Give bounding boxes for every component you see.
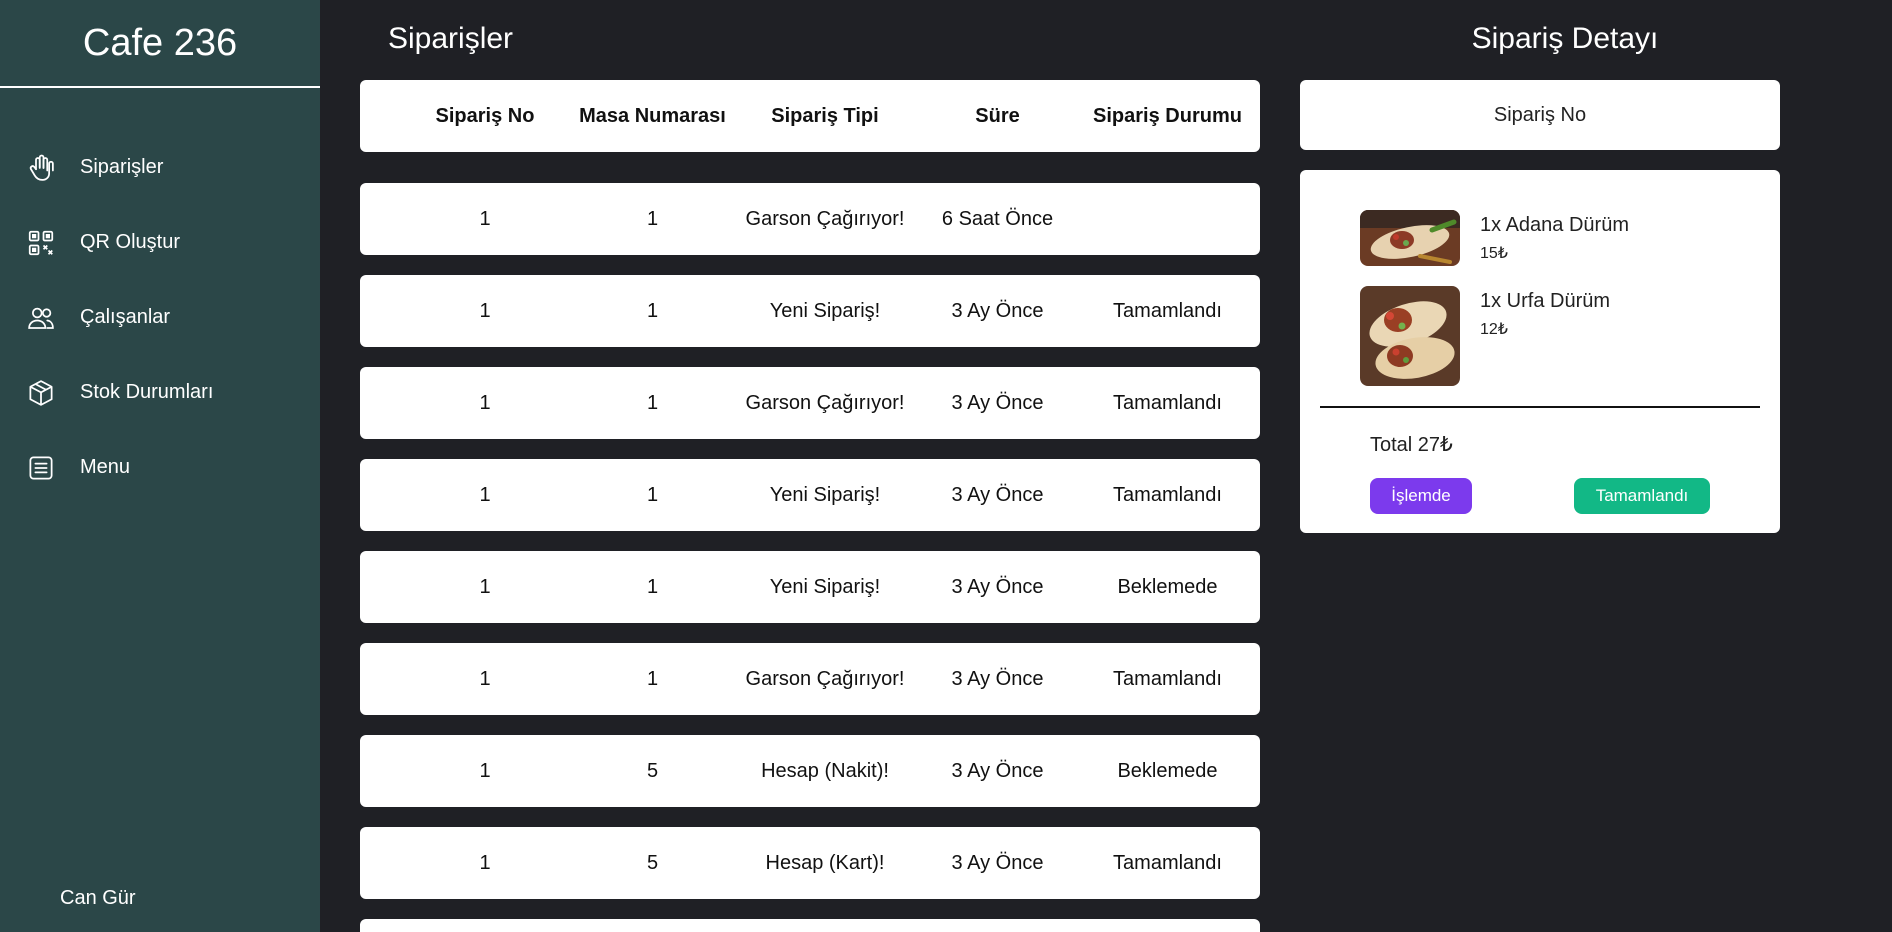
sidebar-nav: Siparişler QR Oluştur Çalışanlar Stok Du… xyxy=(0,130,320,505)
table-number: 1 xyxy=(646,575,659,598)
order-detail-panel: 1x Adana Dürüm 15₺ 1x Urfa Dürüm 12₺ Tot… xyxy=(1300,170,1780,533)
item-text: 1x Adana Dürüm 15₺ xyxy=(1480,214,1629,266)
order-type: Garson Çağırıyor! xyxy=(745,207,905,230)
table-number: 1 xyxy=(646,483,659,506)
table-row[interactable]: 1 5 Hesap (Nakit)! 3 Ay Önce Beklemede xyxy=(360,735,1260,807)
order-item: 1x Urfa Dürüm 12₺ xyxy=(1360,286,1610,386)
hand-icon xyxy=(26,153,56,183)
column-header: Süre xyxy=(975,104,1020,127)
detail-order-no: Sipariş No xyxy=(1300,80,1780,150)
order-status: Tamamlandı xyxy=(1113,667,1222,690)
table-number: 1 xyxy=(646,299,659,322)
detail-title: Sipariş Detayı xyxy=(1471,22,1659,55)
sidebar-item-label: Stok Durumları xyxy=(80,381,214,403)
sidebar: Cafe 236 Siparişler QR Oluştur Çalışanla… xyxy=(0,0,320,932)
table-row[interactable]: 1 1 Yeni Sipariş! 3 Ay Önce Beklemede xyxy=(360,551,1260,623)
order-time: 3 Ay Önce xyxy=(951,483,1044,506)
divider xyxy=(1320,406,1760,408)
qr-code-icon xyxy=(26,228,56,258)
item-name: 1x Urfa Dürüm xyxy=(1480,290,1611,312)
user-name: Can Gür xyxy=(60,887,136,909)
table-number: 5 xyxy=(646,851,659,874)
order-no: 1 xyxy=(479,667,491,690)
box-icon xyxy=(26,378,56,408)
order-no: 1 xyxy=(479,299,491,322)
order-status: Tamamlandı xyxy=(1113,391,1222,414)
sidebar-item-label: Menu xyxy=(80,456,131,478)
sidebar-item-menu[interactable]: Menu xyxy=(0,430,320,505)
sidebar-item-label: Çalışanlar xyxy=(80,306,171,328)
order-time: 6 Saat Önce xyxy=(941,207,1054,230)
item-image xyxy=(1360,210,1460,266)
list-icon xyxy=(26,453,56,483)
column-header: Masa Numarası xyxy=(579,104,726,127)
sidebar-item-label: Siparişler xyxy=(80,156,164,178)
order-no: 1 xyxy=(479,483,491,506)
table-number: 1 xyxy=(646,391,659,414)
processing-button[interactable]: İşlemde xyxy=(1370,478,1472,514)
table-row[interactable]: 1 1 Yeni Sipariş! 3 Ay Önce Tamamlandı xyxy=(360,275,1260,347)
order-status: Beklemede xyxy=(1117,575,1218,598)
table-number: 5 xyxy=(646,759,659,782)
item-price: 12₺ xyxy=(1480,321,1508,338)
item-price: 15₺ xyxy=(1480,245,1508,262)
order-time: 3 Ay Önce xyxy=(951,575,1044,598)
order-status: Beklemede xyxy=(1117,759,1218,782)
completed-button[interactable]: Tamamlandı xyxy=(1574,478,1710,514)
order-type: Yeni Sipariş! xyxy=(769,575,881,598)
order-status: Tamamlandı xyxy=(1113,483,1222,506)
order-no: 1 xyxy=(479,391,491,414)
item-text: 1x Urfa Dürüm 12₺ xyxy=(1480,290,1610,386)
table-header: Sipariş No Masa Numarası Sipariş Tipi Sü… xyxy=(360,80,1260,152)
order-item: 1x Adana Dürüm 15₺ xyxy=(1360,210,1629,266)
table-row[interactable]: 1 1 Yeni Sipariş! 3 Ay Önce Tamamlandı xyxy=(360,459,1260,531)
sidebar-item-stock[interactable]: Stok Durumları xyxy=(0,355,320,430)
order-no: 1 xyxy=(479,207,491,230)
order-type: Yeni Sipariş! xyxy=(769,483,881,506)
table-row[interactable]: 1 1 Garson Çağırıyor! 3 Ay Önce Tamamlan… xyxy=(360,643,1260,715)
column-header: Sipariş Durumu xyxy=(1093,104,1242,127)
order-type: Hesap (Kart)! xyxy=(765,851,885,874)
column-header: Sipariş No xyxy=(435,104,535,127)
order-status: Tamamlandı xyxy=(1113,851,1222,874)
users-icon xyxy=(26,303,56,333)
table-row[interactable] xyxy=(360,919,1260,932)
sidebar-item-employees[interactable]: Çalışanlar xyxy=(0,280,320,355)
order-type: Garson Çağırıyor! xyxy=(745,391,905,414)
table-row[interactable]: 1 5 Hesap (Kart)! 3 Ay Önce Tamamlandı xyxy=(360,827,1260,899)
order-total: Total 27₺ xyxy=(1370,434,1453,456)
item-image xyxy=(1360,286,1460,386)
sidebar-item-orders[interactable]: Siparişler xyxy=(0,130,320,205)
table-row[interactable]: 1 1 Garson Çağırıyor! 6 Saat Önce xyxy=(360,183,1260,255)
table-number: 1 xyxy=(646,667,659,690)
order-time: 3 Ay Önce xyxy=(951,667,1044,690)
table-number: 1 xyxy=(646,207,659,230)
order-type: Yeni Sipariş! xyxy=(769,299,881,322)
column-header: Sipariş Tipi xyxy=(771,104,879,127)
item-name: 1x Adana Dürüm xyxy=(1480,214,1629,236)
order-time: 3 Ay Önce xyxy=(951,851,1044,874)
order-time: 3 Ay Önce xyxy=(951,299,1044,322)
sidebar-item-label: QR Oluştur xyxy=(80,231,181,253)
order-time: 3 Ay Önce xyxy=(951,391,1044,414)
order-time: 3 Ay Önce xyxy=(951,759,1044,782)
page-title: Siparişler xyxy=(388,22,514,55)
main-content: Siparişler Sipariş No Masa Numarası Sipa… xyxy=(320,0,1892,932)
table-row[interactable]: 1 1 Garson Çağırıyor! 3 Ay Önce Tamamlan… xyxy=(360,367,1260,439)
order-status: Tamamlandı xyxy=(1113,299,1222,322)
sidebar-item-qr[interactable]: QR Oluştur xyxy=(0,205,320,280)
brand-title: Cafe 236 xyxy=(0,0,320,88)
order-type: Hesap (Nakit)! xyxy=(761,759,889,782)
order-no: 1 xyxy=(479,851,491,874)
order-no: 1 xyxy=(479,759,491,782)
order-type: Garson Çağırıyor! xyxy=(745,667,905,690)
order-no: 1 xyxy=(479,575,491,598)
